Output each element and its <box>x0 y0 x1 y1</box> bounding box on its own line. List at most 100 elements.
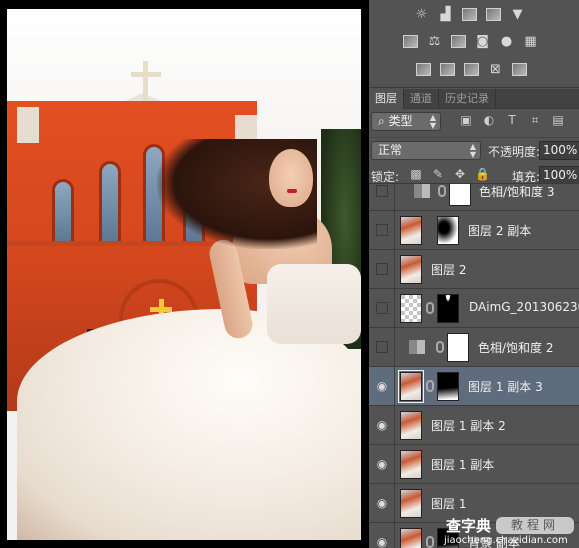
lock-all-icon[interactable]: 🔒 <box>475 167 490 181</box>
layer-name: 图层 1 副本 <box>431 458 495 472</box>
tab-history[interactable]: 历史记录 <box>439 89 496 109</box>
visibility-toggle[interactable] <box>369 184 395 211</box>
posterize-icon[interactable] <box>439 61 456 78</box>
eye-icon: ◉ <box>376 418 388 432</box>
adjustment-filter-icon[interactable]: ◐ <box>482 113 496 127</box>
layer-thumb[interactable] <box>400 528 422 548</box>
vibrance-icon[interactable]: ▼ <box>509 6 526 23</box>
exposure-icon[interactable] <box>485 6 502 23</box>
adjustments-row-2: ⚖ ◙ ● ▦ <box>402 33 539 50</box>
dress-bodice <box>267 264 361 344</box>
color-balance-icon[interactable]: ⚖ <box>426 33 443 50</box>
link-icon[interactable] <box>436 341 444 353</box>
tab-layers[interactable]: 图层 <box>369 89 404 109</box>
hidden-checkbox <box>376 224 388 236</box>
link-icon[interactable] <box>426 536 434 548</box>
church-cross-bar <box>131 72 161 77</box>
layer-thumb[interactable] <box>398 370 424 403</box>
filter-icons: ▣ ◐ T ⌗ ▤ <box>459 113 565 127</box>
layer-row[interactable]: 色相/饱和度 3 <box>369 184 579 211</box>
layer-row[interactable]: ◉ 图层 1 <box>369 484 579 523</box>
invert-icon[interactable] <box>415 61 432 78</box>
hue-saturation-layer-icon <box>409 340 425 354</box>
layer-row[interactable]: 图层 2 <box>369 250 579 289</box>
layer-thumb[interactable] <box>400 255 422 284</box>
layer-mask-thumb[interactable] <box>437 528 459 548</box>
link-icon[interactable] <box>426 302 434 314</box>
document-canvas[interactable] <box>0 0 369 548</box>
threshold-icon[interactable] <box>463 61 480 78</box>
photoshop-window: ☼ ▟ ▼ ⚖ ◙ ● ▦ ⊠ 图层 通道 历史记录 ⌕ 类型 ▲ ▼ ▣ ◐ … <box>0 0 579 548</box>
church-cross <box>143 61 148 101</box>
tab-channels[interactable]: 通道 <box>404 89 439 109</box>
blend-mode-value: 正常 <box>378 143 403 157</box>
brightness-contrast-icon[interactable]: ☼ <box>413 6 430 23</box>
filter-kind-select[interactable]: ⌕ 类型 ▲ ▼ <box>371 112 441 131</box>
layer-row[interactable]: ◉ 图层 1 副本 <box>369 445 579 484</box>
smart-object-filter-icon[interactable]: ▤ <box>551 113 565 127</box>
layer-mask-thumb[interactable] <box>437 294 459 323</box>
adjustments-row-3: ⊠ <box>415 61 528 78</box>
eye-icon: ◉ <box>376 496 388 510</box>
search-icon: ⌕ <box>378 114 389 128</box>
lock-transparent-icon[interactable]: ▩ <box>409 167 423 181</box>
hue-saturation-icon[interactable] <box>402 33 419 50</box>
layer-name: 图层 2 副本 <box>468 224 532 238</box>
church-window <box>52 179 74 244</box>
layer-thumb[interactable] <box>400 411 422 440</box>
layer-row[interactable]: 色相/饱和度 2 <box>369 328 579 367</box>
layer-thumb[interactable] <box>400 216 422 245</box>
layer-thumb[interactable] <box>400 489 422 518</box>
selective-color-icon[interactable]: ⊠ <box>487 61 504 78</box>
visibility-toggle[interactable]: ◉ <box>369 445 395 484</box>
right-panel: ☼ ▟ ▼ ⚖ ◙ ● ▦ ⊠ 图层 通道 历史记录 ⌕ 类型 ▲ ▼ ▣ ◐ … <box>369 0 579 548</box>
hidden-checkbox <box>376 341 388 353</box>
visibility-toggle[interactable]: ◉ <box>369 484 395 523</box>
layer-row[interactable]: ◉ 背景 副本 <box>369 523 579 548</box>
layer-name: 背景 副本 <box>468 536 520 548</box>
layer-thumb[interactable] <box>400 294 422 323</box>
layer-name: 图层 1 副本 2 <box>431 419 506 433</box>
layer-thumb[interactable] <box>400 450 422 479</box>
hidden-checkbox <box>376 185 388 197</box>
layer-mask-thumb[interactable] <box>437 372 459 401</box>
lock-image-icon[interactable]: ✎ <box>431 167 445 181</box>
levels-icon[interactable]: ▟ <box>437 6 454 23</box>
color-lookup-icon[interactable]: ▦ <box>522 33 539 50</box>
visibility-toggle[interactable]: ◉ <box>369 523 395 548</box>
layer-row[interactable]: DAimG_201306230... <box>369 289 579 328</box>
lock-position-icon[interactable]: ✥ <box>453 167 467 181</box>
channel-mixer-icon[interactable]: ● <box>498 33 515 50</box>
opacity-input[interactable]: 100% <box>539 141 579 160</box>
layer-row[interactable]: ◉ 图层 1 副本 2 <box>369 406 579 445</box>
visibility-toggle[interactable] <box>369 289 395 328</box>
layer-name: 图层 2 <box>431 263 467 277</box>
layer-row-selected[interactable]: ◉ 图层 1 副本 3 <box>369 367 579 406</box>
layer-filter-row: ⌕ 类型 ▲ ▼ ▣ ◐ T ⌗ ▤ <box>369 110 579 134</box>
curves-icon[interactable] <box>461 6 478 23</box>
layer-mask-thumb[interactable] <box>447 333 469 362</box>
layer-mask-thumb[interactable] <box>437 216 459 245</box>
visibility-toggle[interactable]: ◉ <box>369 406 395 445</box>
blend-mode-select[interactable]: 正常 ▲ ▼ <box>371 141 481 160</box>
lock-icons: ▩ ✎ ✥ 🔒 <box>409 167 490 181</box>
black-white-icon[interactable] <box>450 33 467 50</box>
visibility-toggle[interactable]: ◉ <box>369 367 395 406</box>
panel-tabs: 图层 通道 历史记录 <box>369 89 579 109</box>
link-icon[interactable] <box>426 380 434 392</box>
layer-row[interactable]: 图层 2 副本 <box>369 211 579 250</box>
eye-icon: ◉ <box>376 535 388 548</box>
photo-filter-icon[interactable]: ◙ <box>474 33 491 50</box>
layer-mask-thumb[interactable] <box>449 184 471 206</box>
pixel-filter-icon[interactable]: ▣ <box>459 113 473 127</box>
visibility-toggle[interactable] <box>369 211 395 250</box>
visibility-toggle[interactable] <box>369 250 395 289</box>
shape-filter-icon[interactable]: ⌗ <box>528 113 542 127</box>
layer-name: 色相/饱和度 2 <box>478 341 554 355</box>
type-filter-icon[interactable]: T <box>505 113 519 127</box>
link-icon <box>438 185 446 197</box>
adjustment-layer-icon <box>414 184 430 198</box>
gradient-map-icon[interactable] <box>511 61 528 78</box>
lock-row: 锁定: ▩ ✎ ✥ 🔒 填充: 100% <box>369 164 579 185</box>
visibility-toggle[interactable] <box>369 328 395 367</box>
